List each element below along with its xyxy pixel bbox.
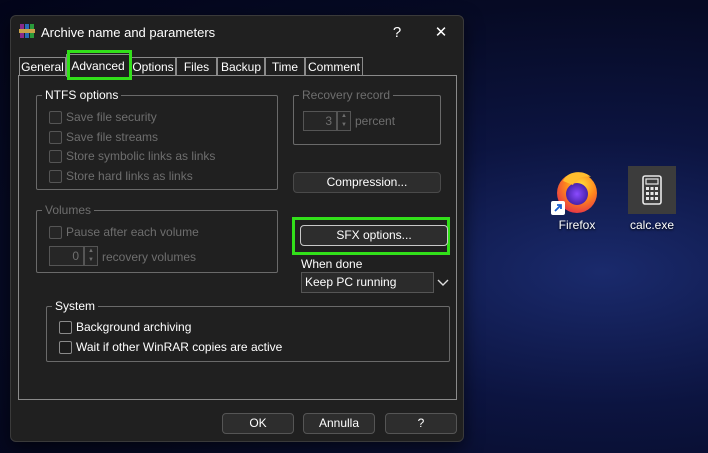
tab-backup[interactable]: Backup	[217, 57, 265, 76]
close-icon: ✕	[434, 24, 448, 41]
recovery-record-title: Recovery record	[299, 88, 394, 102]
desktop-icon-calc[interactable]: calc.exe	[624, 165, 680, 235]
system-title: System	[52, 299, 99, 313]
tab-general[interactable]: General	[19, 57, 66, 76]
spin-down-icon: ▼	[341, 122, 347, 128]
volumes-group: Volumes Pause after each volume 0 ▲ ▼ re…	[36, 203, 278, 273]
when-done-label: When done	[301, 257, 363, 271]
when-done-select[interactable]: Keep PC running	[301, 272, 434, 293]
spin-up-icon: ▲	[88, 248, 94, 254]
recovery-volumes-input[interactable]: 0	[49, 246, 84, 266]
store-symlinks-label: Store symbolic links as links	[66, 149, 216, 163]
desktop-icon-label: Firefox	[558, 218, 596, 232]
cancel-button[interactable]: Annulla	[303, 413, 375, 434]
advanced-tab-highlight	[67, 50, 132, 80]
system-group: System Background archiving Wait if othe…	[46, 299, 450, 362]
store-hardlinks-label: Store hard links as links	[66, 169, 193, 183]
archive-dialog: Archive name and parameters ? ✕ General …	[10, 15, 464, 442]
winrar-icon	[19, 23, 35, 39]
save-security-checkbox[interactable]	[49, 111, 62, 124]
ntfs-options-group: NTFS options Save file security Save fil…	[36, 88, 278, 190]
store-hardlinks-checkbox[interactable]	[49, 170, 62, 183]
shortcut-arrow-icon	[551, 201, 565, 215]
advanced-panel: NTFS options Save file security Save fil…	[18, 75, 457, 400]
sfx-options-button[interactable]: SFX options...	[300, 225, 448, 246]
save-streams-label: Save file streams	[66, 130, 159, 144]
wait-other-copies-label: Wait if other WinRAR copies are active	[76, 340, 283, 354]
spin-up-icon: ▲	[341, 113, 347, 119]
background-archiving-checkbox[interactable]	[59, 321, 72, 334]
chevron-down-icon[interactable]	[436, 275, 450, 289]
pause-after-volume-label: Pause after each volume	[66, 225, 199, 239]
tab-time[interactable]: Time	[265, 57, 305, 76]
title-bar[interactable]: Archive name and parameters ? ✕	[11, 16, 463, 48]
tab-comment[interactable]: Comment	[305, 57, 363, 76]
save-streams-checkbox[interactable]	[49, 131, 62, 144]
dialog-title: Archive name and parameters	[41, 25, 216, 40]
help-title-button[interactable]: ?	[383, 22, 411, 44]
calculator-icon	[628, 166, 676, 214]
compression-button[interactable]: Compression...	[293, 172, 441, 193]
recovery-percent-spinner[interactable]: ▲ ▼	[337, 111, 351, 131]
recovery-record-group: Recovery record 3 ▲ ▼ percent	[293, 88, 441, 145]
spin-down-icon: ▼	[88, 257, 94, 263]
pause-after-volume-checkbox[interactable]	[49, 226, 62, 239]
ntfs-options-title: NTFS options	[42, 88, 122, 102]
help-button[interactable]: ?	[385, 413, 457, 434]
wait-other-copies-checkbox[interactable]	[59, 341, 72, 354]
recovery-percent-unit: percent	[355, 114, 396, 128]
ok-button[interactable]: OK	[222, 413, 294, 434]
recovery-volumes-label: recovery volumes	[102, 250, 197, 264]
desktop-icon-label: calc.exe	[629, 218, 675, 232]
desktop-icon-firefox[interactable]: Firefox	[547, 163, 607, 235]
volumes-title: Volumes	[42, 203, 95, 217]
tab-options[interactable]: Options	[130, 57, 176, 76]
tab-files[interactable]: Files	[176, 57, 217, 76]
background-archiving-label: Background archiving	[76, 320, 192, 334]
save-security-label: Save file security	[66, 110, 157, 124]
close-button[interactable]: ✕	[427, 22, 455, 44]
recovery-volumes-spinner[interactable]: ▲ ▼	[84, 246, 98, 266]
recovery-percent-input[interactable]: 3	[303, 111, 337, 131]
store-symlinks-checkbox[interactable]	[49, 150, 62, 163]
